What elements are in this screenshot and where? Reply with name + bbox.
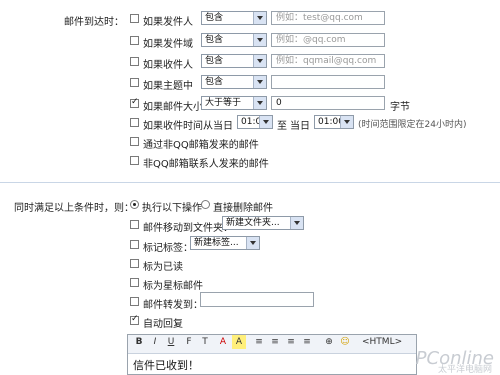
subject-operator-value: 包含 bbox=[205, 77, 224, 87]
chevron-down-icon bbox=[253, 55, 266, 67]
chevron-down-icon bbox=[253, 97, 266, 109]
move-folder-label: 邮件移动到文件夹： bbox=[143, 223, 233, 234]
chevron-down-icon bbox=[259, 116, 272, 128]
forward-label: 邮件转发到： bbox=[143, 300, 203, 311]
sender-checkbox[interactable] bbox=[130, 14, 139, 23]
sender-input[interactable]: 例如：test@qq.com bbox=[271, 11, 385, 25]
non-qq-contact-checkbox[interactable] bbox=[130, 156, 139, 165]
forward-checkbox[interactable] bbox=[130, 297, 139, 306]
font-button[interactable]: F bbox=[182, 335, 196, 349]
chevron-down-icon bbox=[253, 76, 266, 88]
bold-button[interactable]: B bbox=[132, 335, 146, 349]
mark-star-label: 标为星标邮件 bbox=[143, 281, 203, 292]
sender-label: 如果发件人 bbox=[143, 17, 193, 28]
sender-domain-label: 如果发件域 bbox=[143, 39, 193, 50]
highlight-button[interactable]: A bbox=[232, 335, 246, 349]
move-folder-value: 新建文件夹... bbox=[226, 218, 280, 228]
non-qq-mail-label: 通过非QQ邮箱发来的邮件 bbox=[143, 140, 259, 151]
auto-reply-text[interactable]: 信件已收到！ bbox=[133, 357, 199, 373]
recipient-input[interactable]: 例如：qqmail@qq.com bbox=[271, 54, 385, 68]
sender-domain-checkbox[interactable] bbox=[130, 36, 139, 45]
pconline-watermark-sub: 太平洋电脑网 bbox=[437, 365, 492, 375]
sender-operator-select[interactable]: 包含 bbox=[201, 11, 267, 25]
mark-star-checkbox[interactable] bbox=[130, 278, 139, 287]
move-folder-checkbox[interactable] bbox=[130, 220, 139, 229]
move-folder-select[interactable]: 新建文件夹... bbox=[222, 216, 304, 230]
time-to-label: 至 bbox=[277, 121, 287, 132]
size-input[interactable]: 0 bbox=[271, 96, 385, 110]
conditions-section-label: 邮件到达时： bbox=[64, 17, 124, 28]
forward-input[interactable] bbox=[200, 292, 314, 307]
sender-domain-input[interactable]: 例如：@qq.com bbox=[271, 33, 385, 47]
font-color-button[interactable]: A bbox=[216, 335, 230, 349]
delete-mail-label: 直接删除邮件 bbox=[213, 203, 273, 214]
tag-label: 标记标签： bbox=[143, 243, 193, 254]
subject-operator-select[interactable]: 包含 bbox=[201, 75, 267, 89]
font-size-button[interactable]: T bbox=[198, 335, 212, 349]
execute-actions-label: 执行以下操作 bbox=[142, 203, 202, 214]
chevron-down-icon bbox=[253, 34, 266, 46]
chevron-down-icon bbox=[246, 237, 259, 249]
subject-label: 如果主题中 bbox=[143, 81, 193, 92]
tag-value: 新建标签... bbox=[194, 238, 239, 248]
recipient-checkbox[interactable] bbox=[130, 57, 139, 66]
html-button[interactable]: <HTML> bbox=[362, 335, 402, 349]
size-label: 如果邮件大小 bbox=[143, 102, 203, 113]
recipient-operator-value: 包含 bbox=[205, 56, 224, 66]
auto-reply-editor[interactable]: B I U F T A A ≡ ≡ ≡ ≡ ⊕ ☺ <HTML> 信件已收到！ bbox=[127, 334, 417, 375]
chevron-down-icon bbox=[340, 116, 353, 128]
size-unit-label: 字节 bbox=[390, 102, 410, 113]
size-operator-select[interactable]: 大于等于 bbox=[201, 96, 267, 110]
time-from-select[interactable]: 01:00 bbox=[237, 115, 273, 129]
auto-reply-label: 自动回复 bbox=[143, 319, 183, 330]
chevron-down-icon bbox=[253, 12, 266, 24]
emoji-button[interactable]: ☺ bbox=[338, 335, 352, 349]
recipient-label: 如果收件人 bbox=[143, 60, 193, 71]
time-to-select[interactable]: 01:00 bbox=[314, 115, 354, 129]
non-qq-contact-label: 非QQ邮箱联系人发来的邮件 bbox=[143, 159, 269, 170]
editor-toolbar: B I U F T A A ≡ ≡ ≡ ≡ ⊕ ☺ <HTML> bbox=[128, 335, 416, 354]
time-label: 如果收件时间从当日 bbox=[143, 121, 233, 132]
delete-mail-radio[interactable] bbox=[201, 200, 210, 209]
indent-button[interactable]: ≡ bbox=[300, 335, 314, 349]
chevron-down-icon bbox=[290, 217, 303, 229]
tag-checkbox[interactable] bbox=[130, 240, 139, 249]
sender-operator-value: 包含 bbox=[205, 13, 224, 23]
tag-select[interactable]: 新建标签... bbox=[190, 236, 260, 250]
size-checkbox[interactable] bbox=[130, 97, 139, 108]
list-button[interactable]: ≡ bbox=[284, 335, 298, 349]
italic-button[interactable]: I bbox=[148, 335, 162, 349]
sender-domain-operator-value: 包含 bbox=[205, 35, 224, 45]
actions-section-label: 同时满足以上条件时，则： bbox=[14, 203, 134, 214]
time-checkbox[interactable] bbox=[130, 118, 139, 127]
recipient-operator-select[interactable]: 包含 bbox=[201, 54, 267, 68]
size-operator-value: 大于等于 bbox=[205, 98, 242, 108]
sender-domain-operator-select[interactable]: 包含 bbox=[201, 33, 267, 47]
subject-input[interactable] bbox=[271, 75, 385, 89]
underline-button[interactable]: U bbox=[164, 335, 178, 349]
section-divider bbox=[0, 182, 500, 183]
mark-read-checkbox[interactable] bbox=[130, 259, 139, 268]
subject-checkbox[interactable] bbox=[130, 78, 139, 87]
non-qq-mail-checkbox[interactable] bbox=[130, 137, 139, 146]
link-button[interactable]: ⊕ bbox=[322, 335, 336, 349]
time-day-label: 当日 bbox=[290, 121, 310, 132]
auto-reply-checkbox[interactable] bbox=[130, 314, 139, 325]
align-center-button[interactable]: ≡ bbox=[268, 335, 282, 349]
mark-read-label: 标为已读 bbox=[143, 262, 183, 273]
execute-actions-radio[interactable] bbox=[130, 200, 139, 209]
align-left-button[interactable]: ≡ bbox=[252, 335, 266, 349]
time-note: (时间范围限定在24小时内) bbox=[358, 120, 467, 130]
